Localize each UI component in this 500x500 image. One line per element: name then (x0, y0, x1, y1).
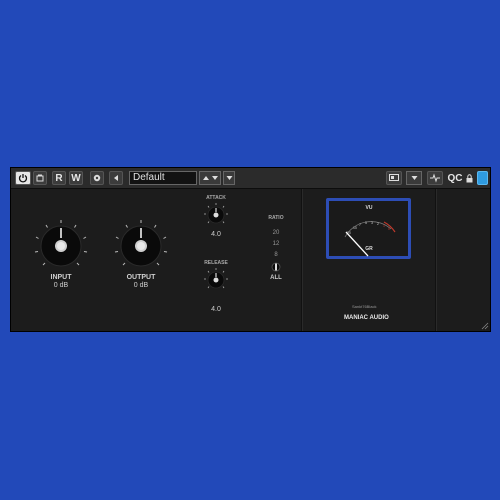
vu-tick-label: 2 (377, 222, 379, 226)
input-knob[interactable] (31, 216, 91, 276)
output-value: 0 dB (133, 282, 149, 289)
chevron-down-icon (226, 176, 232, 180)
attack-value: 4.0 (211, 231, 221, 238)
arrow-left-icon (114, 175, 118, 181)
lock-button[interactable] (465, 171, 474, 185)
attack-knob[interactable] (203, 202, 229, 228)
bypass-button[interactable] (90, 171, 104, 185)
resize-handle-icon[interactable] (481, 322, 489, 330)
read-automation-button[interactable]: R (52, 171, 66, 185)
ratio-option-20[interactable]: 20 (266, 230, 286, 236)
monitor-icon (389, 174, 399, 181)
sidechain-dropdown[interactable] (406, 171, 422, 185)
ratio-switch[interactable] (271, 262, 281, 272)
release-knob[interactable] (203, 267, 229, 293)
vu-needle (345, 231, 369, 257)
input-value: 0 dB (53, 282, 69, 289)
quick-controls-button[interactable]: QC (447, 171, 463, 185)
vu-tick-label: 3 (371, 221, 373, 225)
ratio-option-all[interactable]: ALL (266, 275, 286, 281)
release-value: 4.0 (211, 306, 221, 313)
ratio-option-8[interactable]: 8 (266, 252, 286, 258)
attack-label: ATTACK (206, 195, 226, 201)
vu-tick-label: 7 (359, 223, 361, 227)
panel-divider (435, 189, 436, 331)
lock-icon (466, 173, 473, 182)
pulse-icon (430, 173, 440, 183)
output-knob[interactable] (111, 216, 171, 276)
plugin-window: R W Default QC INPUT 0 dB OUTPUT 0 dB AT… (10, 167, 491, 332)
preset-back-button[interactable] (109, 171, 123, 185)
input-source-button[interactable] (386, 171, 402, 185)
vu-tick-label: 1 (383, 224, 385, 228)
input-label: INPUT (50, 274, 72, 281)
vu-tick-label: 5 (365, 221, 367, 225)
power-icon (18, 174, 28, 183)
settings-circle-icon (93, 174, 101, 182)
plugin-toolbar: R W Default QC (11, 168, 490, 189)
preset-up-down-buttons[interactable] (199, 171, 221, 185)
write-automation-button[interactable]: W (69, 171, 83, 185)
compare-button[interactable] (33, 171, 47, 185)
activity-button[interactable] (427, 171, 443, 185)
model-name: Sankt76Black (352, 304, 377, 309)
output-label: OUTPUT (126, 274, 156, 281)
vu-meter: VU 20 10 7 5 3 2 1 0 GR (326, 198, 411, 259)
company-name: MANIAC AUDIO (344, 315, 389, 321)
vu-tick-label: 0 (388, 227, 390, 231)
preset-dropdown-button[interactable] (223, 171, 235, 185)
color-swatch-button[interactable] (477, 171, 488, 185)
vu-tick-label: 10 (353, 226, 357, 230)
power-button[interactable] (15, 171, 31, 185)
preset-field[interactable]: Default (129, 171, 197, 185)
ratio-option-12[interactable]: 12 (266, 241, 286, 247)
up-down-arrows-icon (203, 176, 218, 180)
release-label: RELEASE (204, 260, 228, 266)
chevron-down-icon (411, 176, 417, 180)
ab-compare-icon (36, 174, 44, 182)
ratio-label: RATIO (268, 215, 284, 221)
panel-divider (301, 189, 302, 331)
gr-label: GR (365, 246, 373, 252)
